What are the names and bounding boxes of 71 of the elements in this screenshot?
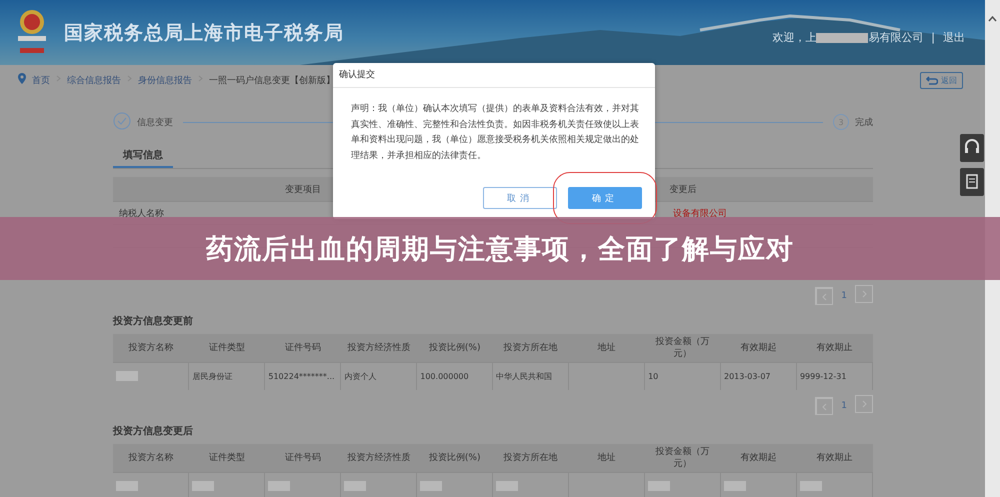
section-title: 投资方信息变更前 — [113, 314, 194, 328]
column-header: 投资方名称 — [113, 334, 189, 362]
column-header: 投资方所在地 — [492, 334, 569, 362]
table-cell: 10 — [644, 362, 720, 390]
company-name: 易有限公司 — [868, 30, 924, 45]
column-header: 地址 — [568, 334, 645, 362]
column-header: 地址 — [568, 444, 645, 472]
redacted-block — [496, 480, 518, 490]
dialog-title: 确认提交 — [333, 63, 655, 88]
redacted-block — [344, 480, 366, 490]
confirm-button[interactable]: 确定 — [568, 187, 642, 209]
breadcrumb-link[interactable]: 一照一码户信息变更【创新版】 — [209, 74, 335, 86]
table-cell: 9999-12-31 — [796, 362, 872, 390]
check-circle-icon — [113, 112, 131, 130]
page-number[interactable]: 1 — [841, 291, 847, 301]
redacted-block — [116, 370, 138, 380]
next-page-icon[interactable] — [855, 395, 873, 413]
column-header: 投资方名称 — [113, 444, 189, 472]
greeting-text: 欢迎，上 — [772, 30, 816, 45]
page-number[interactable]: 1 — [841, 401, 847, 411]
table-cell: 510224*******... — [264, 362, 341, 390]
banner-title: 药流后出血的周期与注意事项，全面了解与应对 — [206, 232, 794, 266]
column-header: 投资金额（万元） — [644, 334, 720, 362]
step-label: 信息变更 — [137, 116, 173, 128]
column-header: 投资比例(%) — [416, 444, 493, 472]
step-label: 完成 — [855, 116, 873, 128]
breadcrumb-link[interactable]: 身份信息报告 — [138, 74, 192, 86]
column-header: 有效期止 — [796, 334, 872, 362]
breadcrumb-link[interactable]: 综合信息报告 — [67, 74, 121, 86]
table-cell: 中华人民共和国 — [492, 362, 569, 390]
breadcrumb-link[interactable]: 首页 — [32, 74, 50, 86]
column-header: 证件号码 — [264, 444, 341, 472]
column-header: 投资金额（万元） — [644, 444, 720, 472]
column-header: 证件类型 — [188, 444, 265, 472]
table-cell: 2013-03-07 — [720, 362, 796, 390]
redacted-block — [420, 480, 442, 490]
redacted-block — [800, 480, 822, 490]
column-header: 投资方经济性质 — [340, 444, 417, 472]
redacted-block — [816, 32, 868, 42]
column-header: 投资方经济性质 — [340, 334, 417, 362]
cancel-button[interactable]: 取消 — [483, 187, 557, 209]
separator-text: | — [931, 31, 935, 44]
tab[interactable]: 填写信息 — [113, 144, 173, 168]
redacted-block — [724, 480, 746, 490]
scroll-up-icon[interactable] — [988, 16, 997, 22]
redacted-block — [116, 480, 138, 490]
statement-text: 声明：我（单位）确认本次填写（提供）的表单及资料合法有效，并对其真实性、准确性、完整性和合法性负责。如因非税务机关责任致使以上表单和资料出现问题，我（单位）愿意接受税务机关依照相关规定做出的处理结果，并承担相应的法律责任。 — [351, 102, 639, 162]
book-icon[interactable] — [960, 168, 984, 196]
previous-page-icon[interactable] — [815, 287, 834, 305]
headset-icon[interactable] — [960, 134, 984, 162]
column-header: 投资比例(%) — [416, 334, 493, 362]
back-button[interactable]: 返回 — [920, 72, 963, 89]
return-arrow-icon — [926, 76, 938, 85]
table-cell: 100.000000 — [416, 362, 493, 390]
site-title: 国家税务总局上海市电子税务局 — [64, 20, 344, 46]
column-header: 证件号码 — [264, 334, 341, 362]
column-header: 有效期起 — [720, 444, 796, 472]
redacted-block — [192, 480, 214, 490]
table-cell: 居民身份证 — [188, 362, 265, 390]
column-header: 证件类型 — [188, 334, 265, 362]
column-header: 有效期止 — [796, 444, 872, 472]
section-title: 投资方信息变更后 — [113, 424, 194, 438]
redacted-block — [268, 480, 290, 490]
location-pin-icon — [18, 73, 26, 84]
logout-link[interactable]: 退出 — [943, 30, 965, 45]
previous-page-icon[interactable] — [815, 397, 834, 415]
table-cell: 内资个人 — [340, 362, 417, 390]
column-header: 投资方所在地 — [492, 444, 569, 472]
column-header: 有效期起 — [720, 334, 796, 362]
next-page-icon[interactable] — [855, 285, 873, 303]
redacted-block — [648, 480, 670, 490]
